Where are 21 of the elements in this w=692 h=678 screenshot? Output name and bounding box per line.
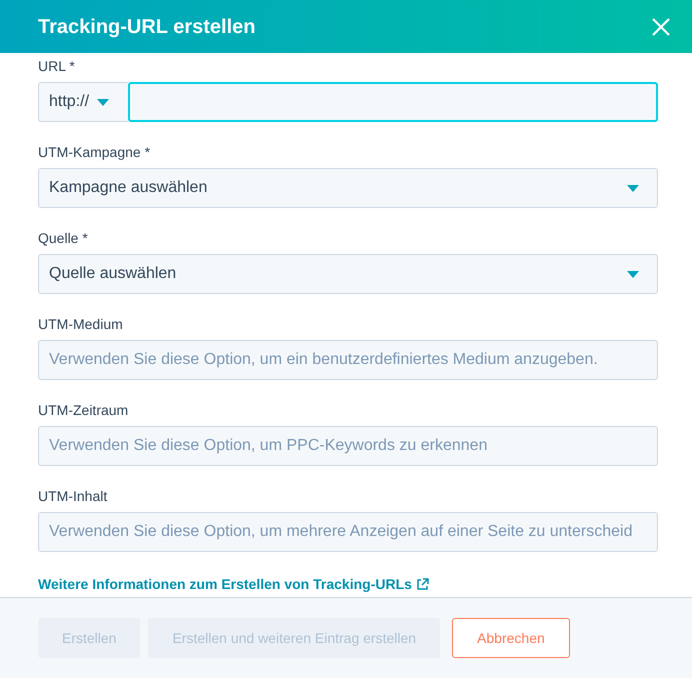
caret-icon: [627, 184, 639, 192]
text-field[interactable]: Verwenden Sie diese Option, um PPC-Keywords zu erkennen: [38, 426, 658, 466]
text-field[interactable]: Verwenden Sie diese Option, um ein benutzerdefiniertes Medium anzugeben.: [38, 340, 658, 380]
help-link[interactable]: Weitere Informationen zum Erstellen von Tracking-URLs: [38, 574, 429, 595]
text-field[interactable]: Verwenden Sie diese Option, um mehrere Anzeigen auf einer Seite zu unterscheid: [38, 512, 658, 552]
url-field[interactable]: [128, 82, 658, 122]
caret-icon: [627, 270, 639, 278]
close-icon[interactable]: [650, 16, 672, 38]
dialog-title: Tracking-URL erstellen: [38, 14, 256, 40]
cancel-button[interactable]: Abbrechen: [452, 618, 570, 658]
select-dropdown[interactable]: Quelle auswählen: [38, 254, 658, 294]
external-link-icon: [416, 578, 429, 591]
field-label: UTM-Zeitraum: [38, 401, 130, 419]
field-label: UTM-Medium: [38, 315, 124, 333]
field-label: URL *: [38, 57, 76, 75]
protocol-dropdown[interactable]: http://: [38, 82, 128, 122]
select-dropdown[interactable]: Kampagne auswählen: [38, 168, 658, 208]
field-label: Quelle *: [38, 229, 89, 247]
field-label: UTM-Inhalt: [38, 487, 108, 505]
field-label: UTM-Kampagne *: [38, 143, 152, 161]
caret-icon: [97, 98, 110, 106]
